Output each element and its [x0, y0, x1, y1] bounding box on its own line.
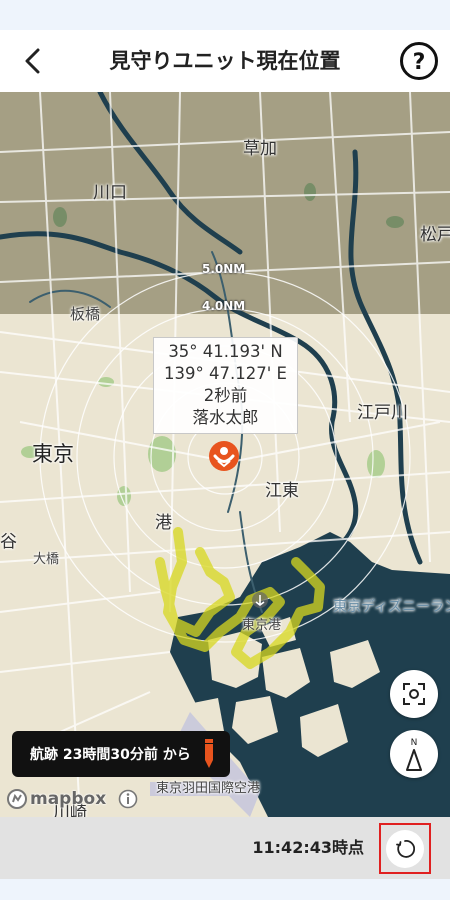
help-button[interactable]: ? [399, 41, 439, 81]
place-label-kawaguchi: 川口 [93, 183, 127, 203]
question-circle-icon: ? [400, 42, 438, 80]
track-history-label: 航跡 23時間30分前 から [30, 747, 191, 763]
bottom-safe-area [0, 879, 450, 900]
mapbox-logo-icon [7, 789, 27, 809]
back-button[interactable] [14, 42, 52, 80]
status-footer: 11:42:43時点 [0, 817, 450, 879]
elapsed-time-text: 2秒前 [203, 386, 248, 405]
place-label-ohashi: 大橋 [33, 552, 60, 567]
compass-north-label: N [410, 738, 418, 748]
focus-frame-icon [403, 683, 425, 705]
chevron-left-icon [25, 48, 40, 74]
place-label-harumi: 東京港 [242, 618, 282, 633]
place-label-itabashi: 板橋 [70, 305, 101, 323]
refresh-button-face [386, 829, 424, 868]
range-label-5nm: 5.0NM [202, 262, 246, 276]
range-label-4nm: 4.0NM [202, 299, 246, 313]
status-bar-area [0, 0, 450, 30]
person-name-text: 落水太郎 [192, 408, 259, 427]
position-callout: 35° 41.193' N 139° 47.127' E 2秒前 落水太郎 [153, 337, 298, 434]
place-label-tani: 谷 [0, 532, 17, 552]
latitude-text: 35° 41.193' N [168, 342, 283, 361]
recenter-button[interactable] [390, 670, 438, 718]
port-pin-icon [252, 592, 268, 608]
info-icon[interactable] [118, 789, 138, 809]
compass-button[interactable]: N [390, 730, 438, 778]
place-label-soka: 草加 [243, 139, 277, 159]
compass-north-icon [406, 749, 422, 771]
mapbox-attribution: mapbox [6, 788, 138, 810]
place-label-haneda: 東京羽田国際空港 [156, 781, 261, 796]
refresh-button[interactable] [379, 823, 431, 874]
unit-location-marker[interactable] [207, 439, 241, 473]
longitude-text: 139° 47.127' E [164, 364, 287, 383]
svg-text:?: ? [413, 50, 426, 75]
refresh-icon [396, 839, 416, 858]
mapbox-wordmark: mapbox [30, 789, 107, 809]
place-label-disney: 東京ディズニーランド [333, 599, 450, 615]
app-header: 見守りユニット現在位置 ? [0, 30, 450, 92]
place-label-minato: 港 [155, 513, 172, 533]
place-label-matsudo: 松戸 [420, 225, 450, 245]
track-history-chip[interactable]: 航跡 23時間30分前 から [12, 731, 230, 777]
place-label-edogawa: 江戸川 [357, 403, 408, 423]
place-label-tokyo: 東京 [32, 442, 74, 466]
pen-marker-icon [204, 739, 213, 768]
place-label-koto: 江東 [265, 481, 299, 501]
map-view[interactable]: 草加 川口 松戸 板橋 江戸川 東京 江東 港 大橋 谷 東京港 東京ディズニー… [0, 92, 450, 817]
updated-timestamp: 11:42:43時点 [252, 838, 364, 857]
page-title: 見守りユニット現在位置 [109, 49, 341, 73]
